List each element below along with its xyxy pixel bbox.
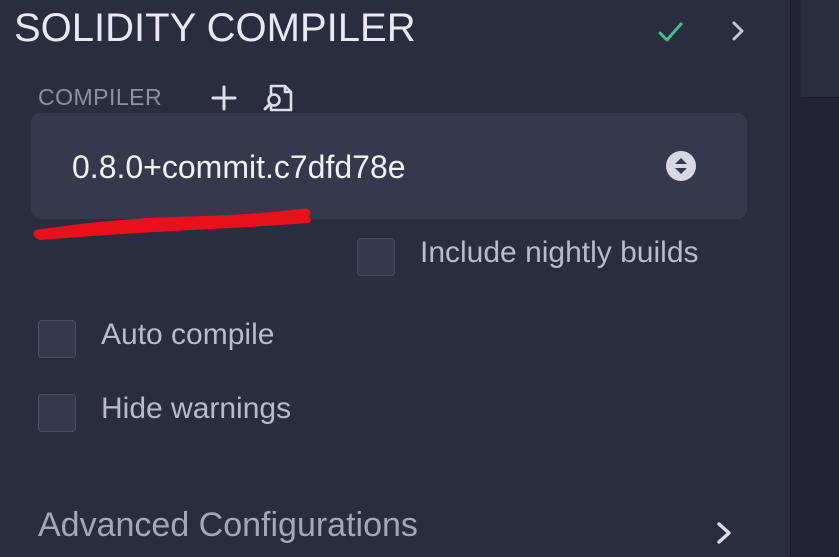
solidity-compiler-panel: SOLIDITY COMPILER COMPILER 0.8.0+commit.… — [0, 0, 790, 557]
hide-warnings-checkbox[interactable] — [38, 394, 76, 432]
panel-title: SOLIDITY COMPILER — [14, 6, 416, 50]
editor-area-edge — [790, 0, 839, 557]
red-underline-annotation — [33, 208, 311, 240]
chevron-right-icon[interactable] — [712, 516, 736, 550]
editor-tab-bar — [801, 0, 839, 98]
include-nightly-label[interactable]: Include nightly builds — [420, 236, 699, 270]
auto-compile-label[interactable]: Auto compile — [101, 318, 274, 352]
file-search-icon[interactable] — [262, 82, 296, 114]
include-nightly-checkbox[interactable] — [357, 238, 395, 276]
auto-compile-checkbox[interactable] — [38, 320, 76, 358]
advanced-configurations-toggle[interactable]: Advanced Configurations — [38, 506, 418, 545]
plus-icon[interactable] — [209, 83, 239, 113]
compiler-label: COMPILER — [38, 84, 163, 110]
compiler-version-value: 0.8.0+commit.c7dfd78e — [72, 149, 406, 185]
checkmark-icon — [658, 22, 683, 42]
up-down-arrows-icon — [666, 151, 696, 181]
hide-warnings-label[interactable]: Hide warnings — [101, 392, 291, 426]
chevron-right-icon[interactable] — [727, 16, 749, 46]
